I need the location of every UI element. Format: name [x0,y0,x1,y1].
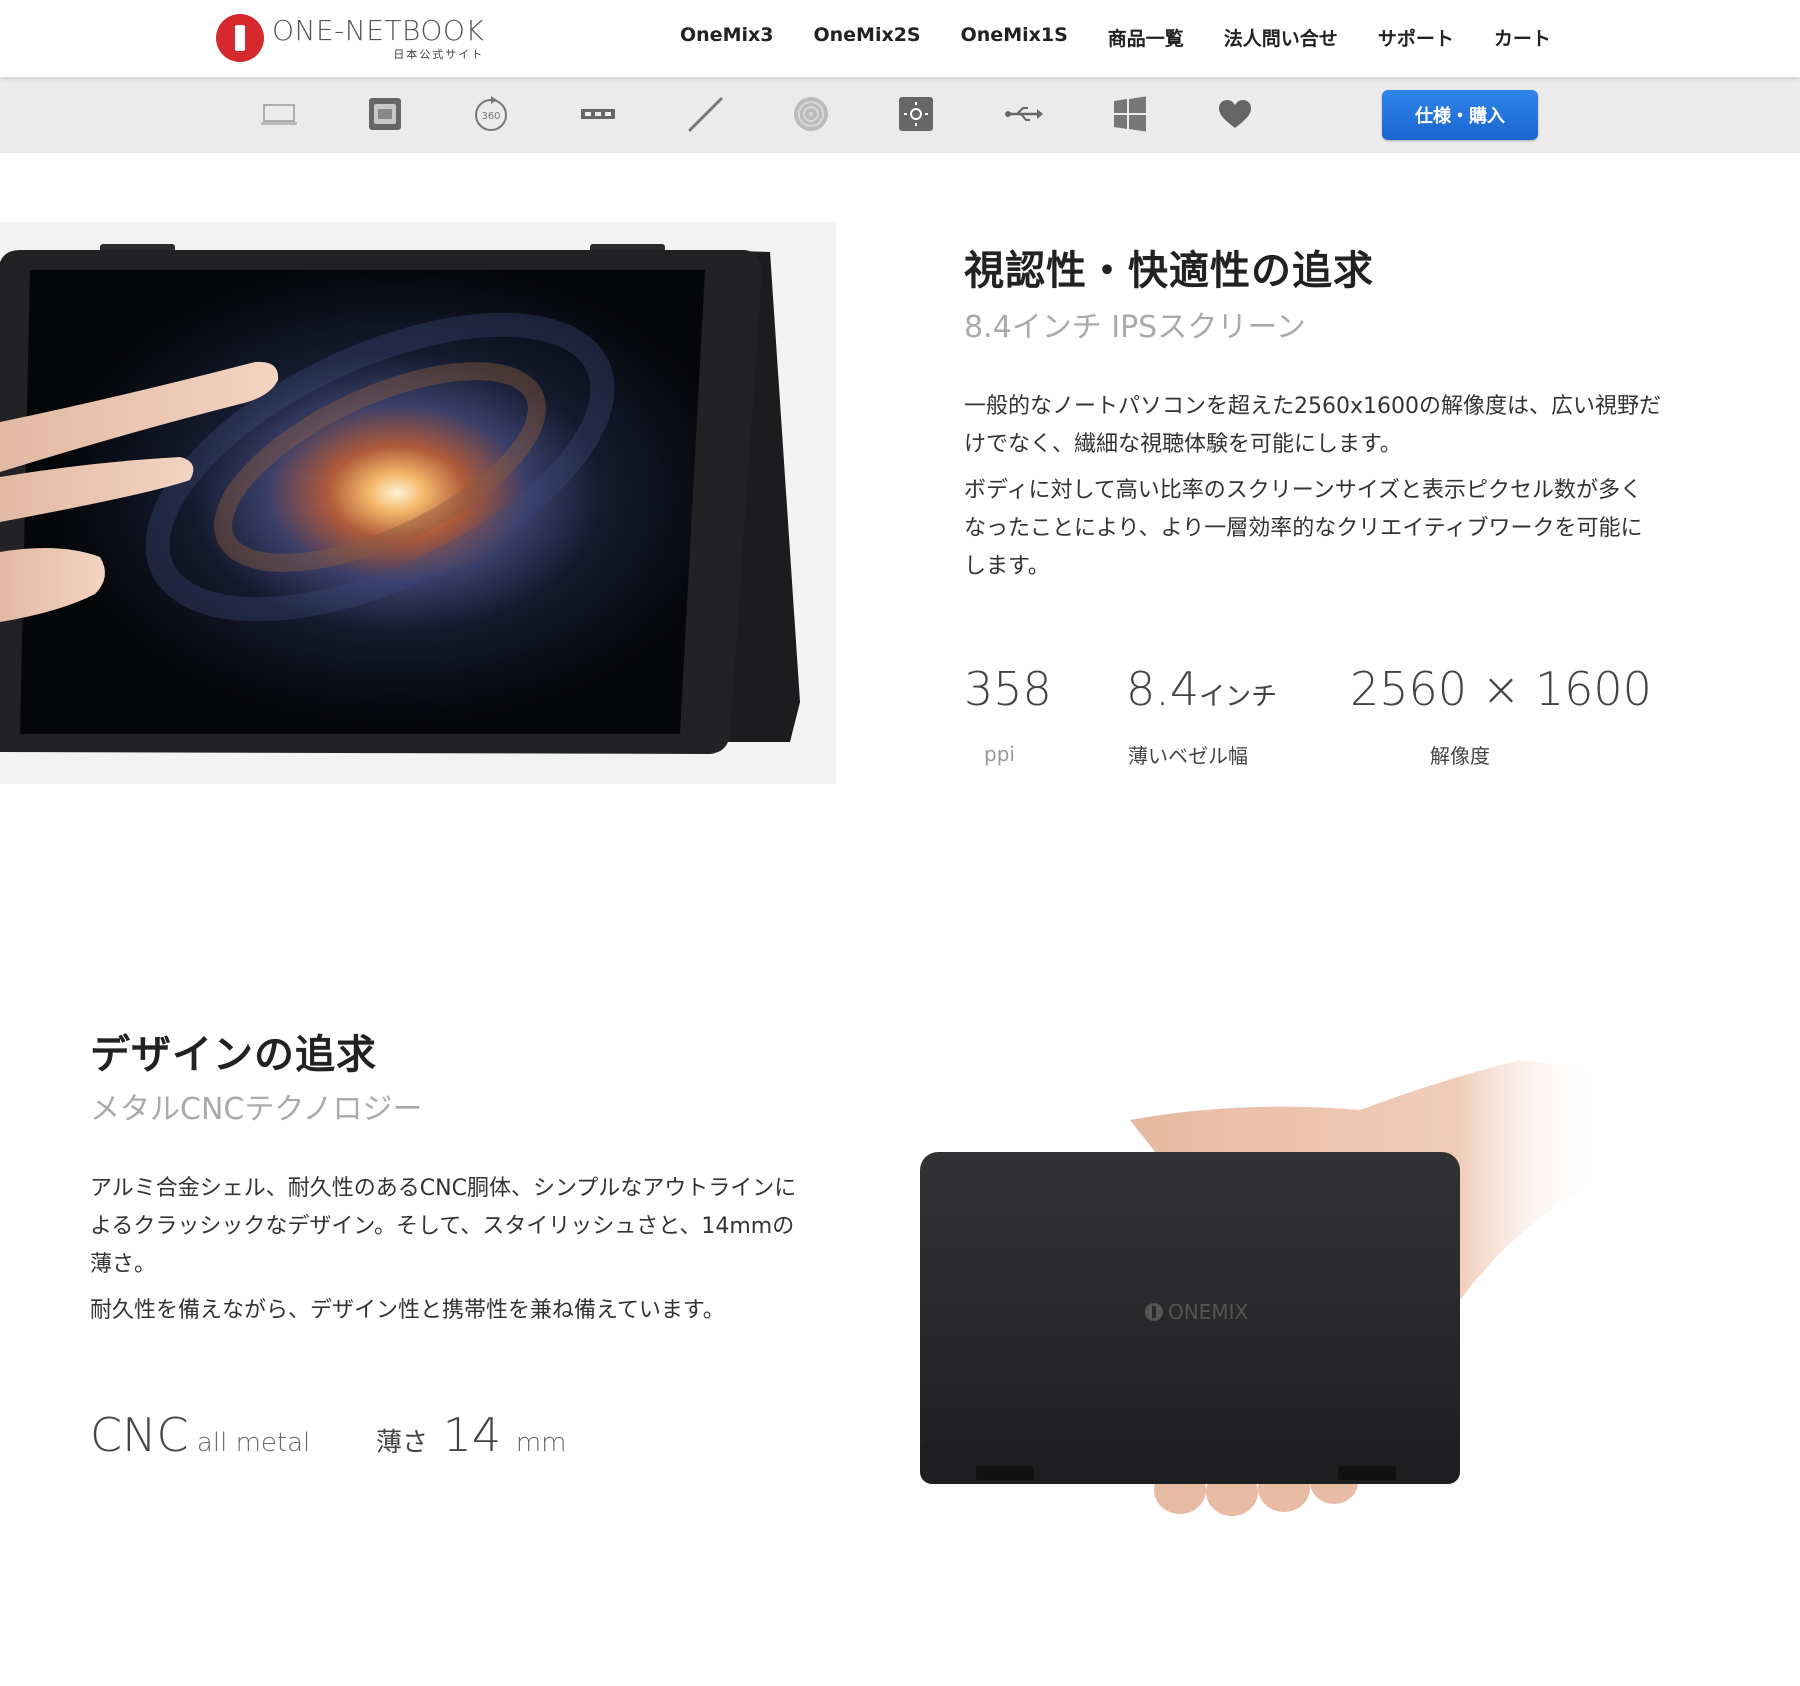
design-product-image: ONEMIX [880,1040,1620,1520]
stat-ppi-value: 358 [964,662,1052,716]
laptop-icon[interactable] [258,93,300,135]
stat-cnc: CNC all metal [90,1408,311,1462]
fingerprint-icon[interactable] [790,93,832,135]
stat-ppi-label: ppi [984,742,1015,766]
site-logo[interactable]: ONE-NETBOOK 日本公式サイト [216,14,484,66]
nav-onemix2s[interactable]: OneMix2S [813,24,920,51]
backlight-icon[interactable] [895,93,937,135]
logo-name: ONE-NETBOOK [272,14,485,47]
stat-screen-size-value: 8.4インチ [1126,662,1278,716]
stat-resolution-value: 2560 × 1600 [1350,662,1652,716]
rotate-360-icon[interactable]: 360 [470,93,512,135]
stat-resolution-label: 解像度 [1430,744,1490,768]
feature-icon-bar: 360 仕様・購入 [0,77,1800,153]
main-nav: OneMix3 OneMix2S OneMix1S 商品一覧 法人問い合せ サポ… [680,24,1591,51]
nav-support[interactable]: サポート [1378,24,1454,51]
cpu-icon[interactable] [364,93,406,135]
section1-title: 視認性・快適性の追求 [964,248,1374,294]
logo-mark-icon [216,14,264,62]
ram-icon[interactable] [577,93,619,135]
section1-paragraph: 一般的なノートパソコンを超えた2560x1600の解像度は、広い視野だけでなく、… [964,394,1661,457]
section2-subtitle: メタルCNCテクノロジー [90,1092,423,1127]
nav-onemix1s[interactable]: OneMix1S [961,24,1068,51]
windows-icon[interactable] [1109,93,1151,135]
stat-bezel-label: 薄いベゼル幅 [1128,744,1248,768]
logo-subtitle: 日本公式サイト [393,48,485,61]
stat-thickness: 薄さ 14 mm [376,1408,567,1462]
spec-purchase-button[interactable]: 仕様・購入 [1382,90,1538,140]
screen-product-image [0,222,836,784]
nav-cart[interactable]: カート [1494,24,1551,51]
section2-title: デザインの追求 [90,1032,377,1078]
nav-business-inquiry[interactable]: 法人問い合せ [1224,24,1338,51]
nav-onemix3[interactable]: OneMix3 [680,24,773,51]
section1-paragraph: ボディに対して高い比率のスクリーンサイズと表示ピクセル数が多くなったことにより、… [964,478,1643,579]
device-logo: ONEMIX [1168,1300,1248,1324]
section1-description: 一般的なノートパソコンを超えた2560x1600の解像度は、広い視野だけでなく、… [964,388,1664,594]
site-header: ONE-NETBOOK 日本公式サイト OneMix3 OneMix2S One… [0,0,1800,77]
usb-icon[interactable] [1002,93,1044,135]
section1-subtitle: 8.4インチ IPSスクリーン [964,310,1306,345]
pen-icon[interactable] [684,93,726,135]
section2-description: アルミ合金シェル、耐久性のあるCNC胴体、シンプルなアウトラインによるクラッシッ… [90,1170,802,1338]
section2-paragraph: 耐久性を備えながら、デザイン性と携帯性を兼ね備えています。 [90,1298,725,1323]
rotate-360-label: 360 [481,111,500,122]
nav-products[interactable]: 商品一覧 [1108,24,1184,51]
section2-paragraph: アルミ合金シェル、耐久性のあるCNC胴体、シンプルなアウトラインによるクラッシッ… [90,1176,797,1277]
heart-icon[interactable] [1214,93,1256,135]
